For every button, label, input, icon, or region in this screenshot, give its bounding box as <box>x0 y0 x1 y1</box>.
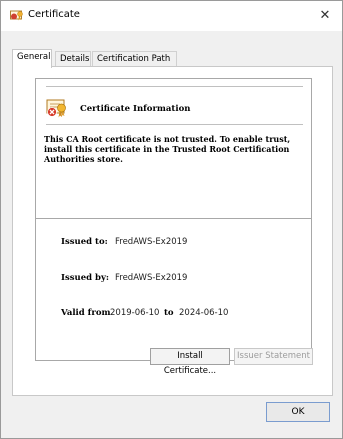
certificate-info-box: Certificate Information This CA Root cer… <box>35 78 312 361</box>
tab-details[interactable]: Details <box>55 51 91 67</box>
trust-warning-text: This CA Root certificate is not trusted.… <box>44 134 291 164</box>
ok-button[interactable]: OK <box>266 402 330 422</box>
tab-general[interactable]: General <box>12 49 52 68</box>
issued-by-value: FredAWS-Ex2019 <box>115 273 188 283</box>
certificate-icon <box>10 10 24 22</box>
tab-certification-path[interactable]: Certification Path <box>92 51 177 67</box>
valid-from-label: Valid from <box>61 308 111 318</box>
info-header-section: Certificate Information This CA Root cer… <box>36 79 311 219</box>
install-certificate-button[interactable]: Install Certificate... <box>150 348 230 376</box>
issued-to-value: FredAWS-Ex2019 <box>115 237 188 247</box>
window-title: Certificate <box>28 9 80 20</box>
issued-to-label: Issued to: <box>61 237 108 247</box>
close-icon: ✕ <box>319 8 331 23</box>
certificate-dialog: Certificate ✕ General Details Certificat… <box>0 0 343 439</box>
info-title: Certificate Information <box>80 104 191 114</box>
title-bar: Certificate ✕ <box>1 1 342 31</box>
valid-from-value: 2019-06-10 <box>110 308 160 318</box>
valid-to-value: 2024-06-10 <box>179 308 229 318</box>
general-tab-panel: Certificate Information This CA Root cer… <box>12 66 333 396</box>
divider <box>46 86 303 87</box>
close-button[interactable]: ✕ <box>314 6 336 26</box>
untrusted-certificate-icon <box>46 97 68 119</box>
issued-by-label: Issued by: <box>61 273 110 283</box>
valid-to-label: to <box>164 308 174 318</box>
divider <box>46 124 303 125</box>
issuer-statement-button[interactable]: Issuer Statement <box>234 348 313 365</box>
